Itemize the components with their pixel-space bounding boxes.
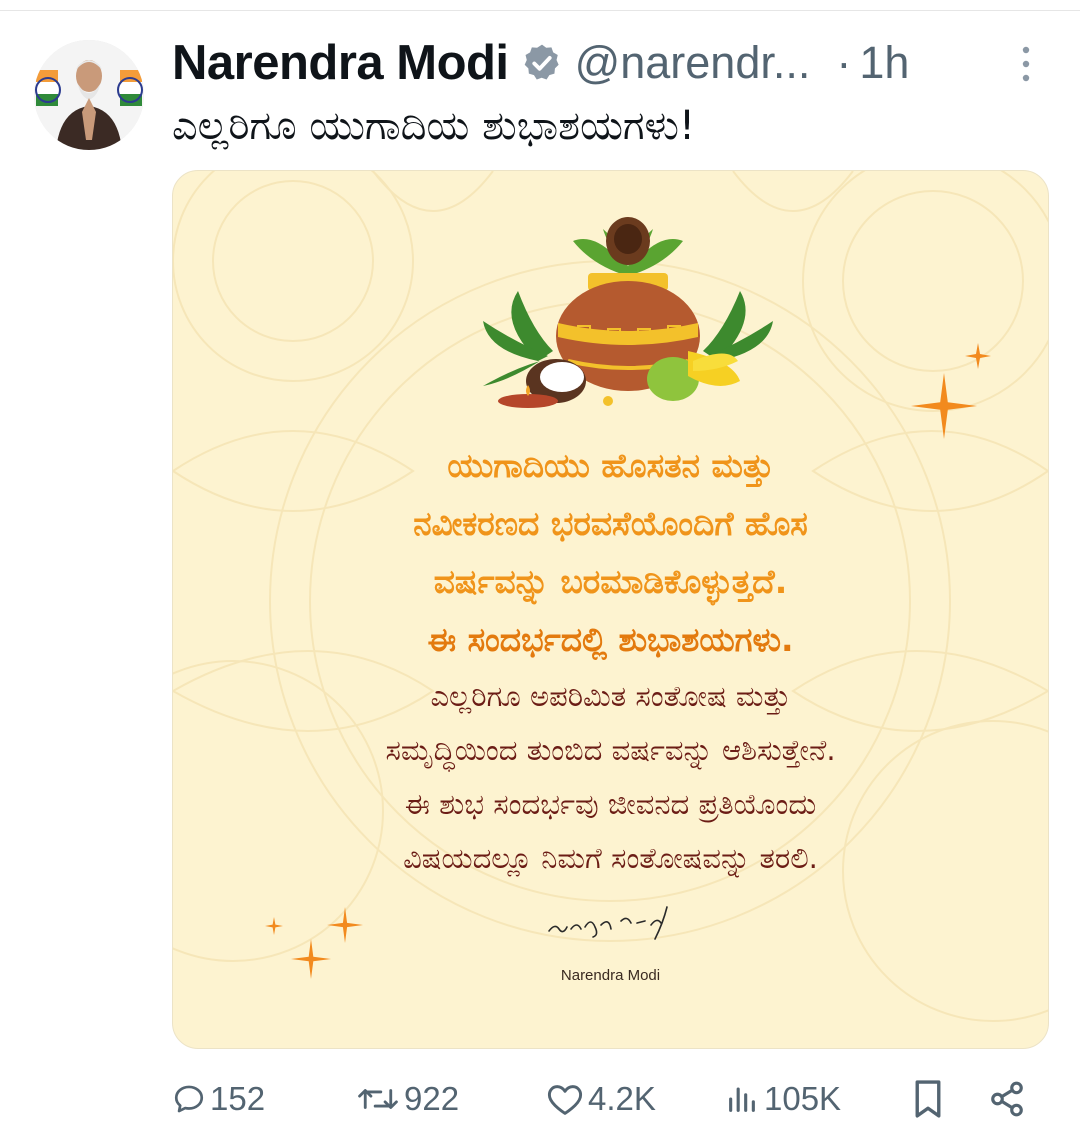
reply-icon bbox=[174, 1085, 204, 1113]
repost-count: 922 bbox=[404, 1080, 460, 1117]
repost-button[interactable]: 922 bbox=[356, 1070, 459, 1128]
sparkle-icon bbox=[327, 907, 363, 943]
views-bar-chart-icon bbox=[729, 1087, 755, 1112]
wish-line: ಎಲ್ಲರಿಗೂ ಅಪರಿಮಿತ ಸಂತೋಷ ಮತ್ತು bbox=[430, 679, 791, 713]
dot-separator: · bbox=[836, 37, 852, 88]
greeting-line: ಈ ಸಂದರ್ಭದಲ್ಲಿ ಶುಭಾಶಯಗಳು. bbox=[427, 620, 794, 659]
repost-icon bbox=[358, 1089, 398, 1109]
heart-icon bbox=[547, 1085, 583, 1115]
avatar-image bbox=[34, 40, 144, 150]
views-count: 105K bbox=[764, 1080, 842, 1117]
author-avatar[interactable] bbox=[34, 40, 144, 150]
verified-badge-icon bbox=[521, 42, 563, 84]
tweet-header: Narendra Modi @narendr... · 1h bbox=[172, 28, 1052, 98]
like-button[interactable]: 4.2K bbox=[546, 1070, 656, 1128]
tweet-text: ಎಲ್ಲರಿಗೂ ಯುಗಾದಿಯ ಶುಭಾಶಯಗಳು! bbox=[172, 103, 696, 149]
wish-line: ವಿಷಯದಲ್ಲೂ ನಿಮಗೆ ಸಂತೋಷವನ್ನು ತರಲಿ. bbox=[403, 841, 818, 875]
greeting-line: ಯುಗಾದಿಯು ಹೊಸತನ ಮತ್ತು bbox=[447, 446, 774, 485]
greeting-line: ನವೀಕರಣದ ಭರವಸೆಯೊಂದಿಗೆ ಹೊಸ bbox=[413, 504, 808, 543]
greeting-message: ಯುಗಾದಿಯು ಹೊಸತನ ಮತ್ತು ನವೀಕರಣದ ಭರವಸೆಯೊಂದಿಗ… bbox=[173, 437, 1048, 885]
greeting-highlight: ಯುಗಾದಿಯು ಹೊಸತನ ಮತ್ತು ನವೀಕರಣದ ಭರವಸೆಯೊಂದಿಗ… bbox=[173, 437, 1048, 669]
handwritten-signature bbox=[548, 906, 668, 940]
sparkle-icon bbox=[265, 917, 283, 935]
more-options-icon[interactable] bbox=[1014, 44, 1038, 84]
wish-line: ಈ ಶುಭ ಸಂದರ್ಭವು ಜೀವನದ ಪ್ರತಿಯೊಂದು bbox=[404, 787, 817, 821]
views-button[interactable]: 105K bbox=[724, 1070, 841, 1128]
bookmark-icon bbox=[915, 1080, 941, 1118]
wish-line: ಸಮೃದ್ಧಿಯಿಂದ ತುಂಬಿದ ವರ್ಷವನ್ನು ಆಶಿಸುತ್ತೇನೆ… bbox=[385, 733, 836, 767]
tweet-image-card[interactable]: ಯುಗಾದಿಯು ಹೊಸತನ ಮತ್ತು ನವೀಕರಣದ ಭರವಸೆಯೊಂದಿಗ… bbox=[172, 170, 1049, 1049]
tweet-action-bar: 152 922 4.2K 105K bbox=[0, 1070, 1080, 1128]
share-button[interactable] bbox=[988, 1070, 1026, 1128]
share-icon bbox=[991, 1081, 1023, 1117]
signature-name: Narendra Modi bbox=[560, 967, 661, 984]
greeting-line: ವರ್ಷವನ್ನು ಬರಮಾಡಿಕೊಳ್ಳುತ್ತದೆ. bbox=[433, 562, 788, 601]
author-name[interactable]: Narendra Modi bbox=[172, 35, 509, 91]
post-time[interactable]: 1h bbox=[859, 37, 909, 89]
reply-count: 152 bbox=[210, 1080, 266, 1117]
kalasha-illustration bbox=[483, 217, 773, 408]
author-handle[interactable]: @narendr... bbox=[575, 37, 811, 89]
wish-text: ಎಲ್ಲರಿಗೂ ಅಪರಿಮಿತ ಸಂತೋಷ ಮತ್ತು ಸಮೃದ್ಧಿಯಿಂದ… bbox=[173, 669, 1048, 885]
bookmark-button[interactable] bbox=[912, 1070, 944, 1128]
sparkle-icon bbox=[911, 373, 977, 439]
reply-button[interactable]: 152 bbox=[172, 1070, 265, 1128]
top-divider bbox=[0, 10, 1080, 11]
like-count: 4.2K bbox=[588, 1080, 656, 1117]
sparkle-icon bbox=[965, 343, 991, 369]
